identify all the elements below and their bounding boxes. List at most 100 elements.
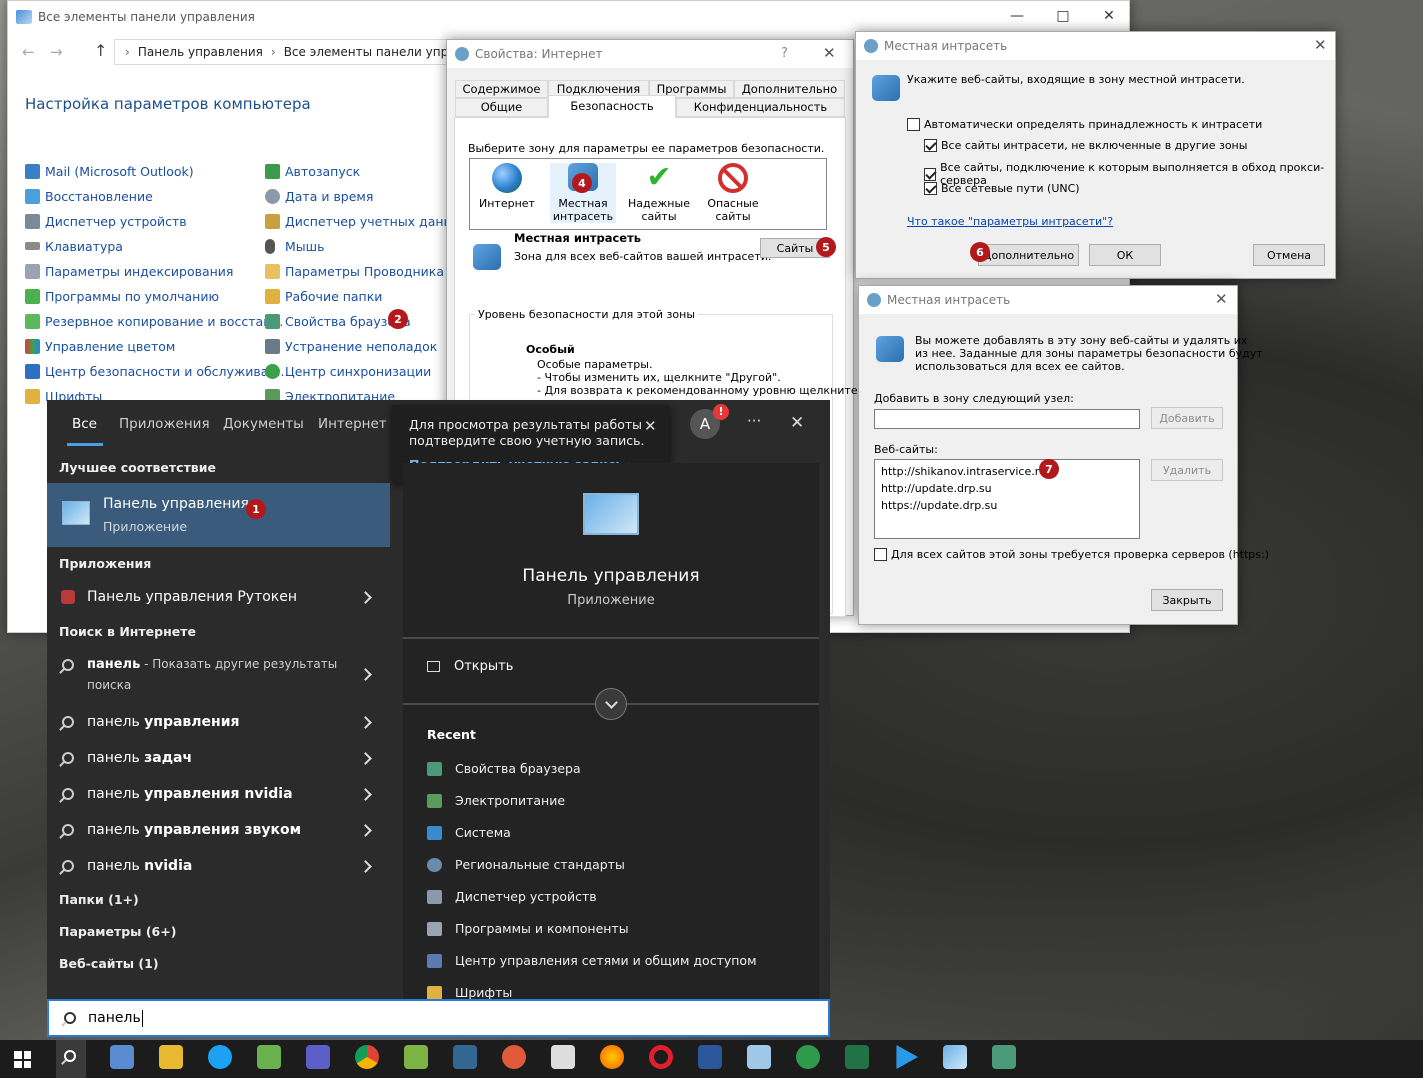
close-button[interactable]: ✕ xyxy=(823,44,836,62)
add-site-input[interactable] xyxy=(874,409,1140,429)
recent-item[interactable]: Электропитание xyxy=(427,793,565,808)
cp-item[interactable]: Дата и время xyxy=(265,186,373,206)
maximize-button[interactable]: □ xyxy=(1040,1,1086,31)
web-result[interactable]: панель управления nvidia xyxy=(47,782,390,806)
cp-item[interactable]: Управление цветом xyxy=(25,336,175,356)
web-result[interactable]: панель задач xyxy=(47,746,390,770)
close-search-icon[interactable]: ✕ xyxy=(790,413,804,433)
recent-item[interactable]: Диспетчер устройств xyxy=(427,889,597,904)
search-input[interactable]: панель xyxy=(88,1010,141,1026)
web-result[interactable]: панель управления звуком xyxy=(47,818,390,842)
auto-detect-checkbox[interactable]: Автоматически определять принадлежность … xyxy=(907,118,1262,131)
checkbox[interactable] xyxy=(874,548,887,561)
cp-item[interactable]: Резервное копирование и восстан... xyxy=(25,311,283,331)
tab-privacy[interactable]: Конфиденциальность xyxy=(676,98,845,117)
websites-list[interactable]: http://shikanov.intraservice.ru http://u… xyxy=(874,459,1140,539)
recent-item[interactable]: Шрифты xyxy=(427,985,512,1000)
settings-category[interactable]: Параметры (6+) xyxy=(59,924,176,939)
minimize-button[interactable]: — xyxy=(994,1,1040,31)
tab-advanced[interactable]: Дополнительно xyxy=(734,80,845,98)
tab-documents[interactable]: Документы xyxy=(223,416,304,432)
best-match-item[interactable] xyxy=(47,483,390,547)
cp-item[interactable]: Клавиатура xyxy=(25,236,123,256)
web-result[interactable]: панель nvidia xyxy=(47,854,390,878)
add-button[interactable]: Добавить xyxy=(1151,407,1223,429)
nav-up-icon[interactable]: ↑ xyxy=(94,41,107,60)
cp-item[interactable]: Диспетчер учетных данных xyxy=(265,211,469,231)
taskbar-explorer-icon[interactable] xyxy=(159,1045,183,1069)
ok-button[interactable]: ОК xyxy=(1089,244,1161,266)
web-result[interactable]: панель управления xyxy=(47,710,390,734)
tab-apps[interactable]: Приложения xyxy=(119,416,210,432)
nav-forward-icon[interactable]: → xyxy=(50,43,63,61)
app-result[interactable]: Панель управления Рутокен xyxy=(47,583,390,611)
help-button[interactable]: ? xyxy=(781,46,788,61)
breadcrumb-item[interactable]: Панель управления xyxy=(138,45,263,59)
zone-internet[interactable]: Интернет xyxy=(476,163,538,210)
recent-item[interactable]: Региональные стандарты xyxy=(427,857,625,872)
taskbar-teams-icon[interactable] xyxy=(306,1045,330,1069)
recent-item[interactable]: Программы и компоненты xyxy=(427,921,629,936)
cp-item[interactable]: Рабочие папки xyxy=(265,286,382,306)
recent-item[interactable]: Свойства браузера xyxy=(427,761,581,776)
cp-item[interactable]: Автозапуск xyxy=(265,161,360,181)
cp-item[interactable]: Диспетчер устройств xyxy=(25,211,187,231)
taskbar-app-icon[interactable] xyxy=(796,1045,820,1069)
more-options-icon[interactable]: ··· xyxy=(747,412,761,430)
taskbar-app-icon[interactable] xyxy=(502,1045,526,1069)
tab-web[interactable]: Интернет xyxy=(318,416,387,432)
https-checkbox[interactable]: Для всех сайтов этой зоны требуется пров… xyxy=(874,548,1269,561)
breadcrumb-item[interactable]: Все элементы панели управл xyxy=(284,45,453,59)
taskbar-app-icon[interactable] xyxy=(747,1045,771,1069)
taskbar-chrome-icon[interactable] xyxy=(355,1045,379,1069)
expand-chevron-icon[interactable] xyxy=(595,688,627,720)
taskbar-postgres-icon[interactable] xyxy=(453,1045,477,1069)
list-item[interactable]: https://update.drp.su xyxy=(881,497,1133,514)
close-button[interactable]: ✕ xyxy=(1086,1,1132,31)
cp-item[interactable]: Устранение неполадок xyxy=(265,336,437,356)
cp-item[interactable]: Восстановление xyxy=(25,186,153,206)
zone-list[interactable]: Интернет Местная интрасеть ✔ Надежные са… xyxy=(469,158,827,230)
folders-category[interactable]: Папки (1+) xyxy=(59,892,139,907)
advanced-button[interactable]: Дополнительно xyxy=(978,244,1079,266)
taskbar-app-icon[interactable] xyxy=(110,1045,134,1069)
tab-all[interactable]: Все xyxy=(72,416,97,432)
taskbar-word-icon[interactable] xyxy=(698,1045,722,1069)
websites-category[interactable]: Веб-сайты (1) xyxy=(59,956,159,971)
list-item[interactable]: http://update.drp.su xyxy=(881,480,1133,497)
cp-item[interactable]: Mail (Microsoft Outlook) xyxy=(25,161,194,181)
taskbar-app-icon[interactable] xyxy=(257,1045,281,1069)
tab-general[interactable]: Общие xyxy=(455,98,548,117)
recent-item[interactable]: Система xyxy=(427,825,511,840)
option-checkbox[interactable]: Все сетевые пути (UNC) xyxy=(924,182,1080,195)
cp-item[interactable]: Мышь xyxy=(265,236,324,256)
search-box[interactable]: панель xyxy=(47,999,830,1037)
toast-close-icon[interactable]: ✕ xyxy=(644,417,657,435)
taskbar-skype-icon[interactable] xyxy=(208,1045,232,1069)
cp-item[interactable]: Программы по умолчанию xyxy=(25,286,219,306)
close-button[interactable]: ✕ xyxy=(1215,290,1228,308)
cp-item[interactable]: Параметры индексирования xyxy=(25,261,233,281)
tab-content[interactable]: Содержимое xyxy=(455,80,548,98)
option-checkbox[interactable]: Все сайты интрасети, не включенные в дру… xyxy=(924,139,1247,152)
list-item[interactable]: http://shikanov.intraservice.ru xyxy=(881,463,1133,480)
what-is-intranet-link[interactable]: Что такое "параметры интрасети"? xyxy=(907,215,1113,228)
close-dialog-button[interactable]: Закрыть xyxy=(1151,589,1223,611)
taskbar-control-panel-icon[interactable] xyxy=(943,1045,967,1069)
recent-item[interactable]: Центр управления сетями и общим доступом xyxy=(427,953,757,968)
checkbox[interactable] xyxy=(924,182,937,195)
checkbox[interactable] xyxy=(924,167,937,181)
zone-restricted[interactable]: Опасные сайты xyxy=(700,163,766,223)
taskbar-vnc-icon[interactable] xyxy=(551,1045,575,1069)
cancel-button[interactable]: Отмена xyxy=(1253,244,1325,266)
checkbox[interactable] xyxy=(907,118,920,131)
web-result[interactable]: панель - Показать другие результаты поис… xyxy=(47,654,390,694)
taskbar-app-icon[interactable] xyxy=(404,1045,428,1069)
open-action[interactable]: Открыть xyxy=(427,659,513,674)
close-button[interactable]: ✕ xyxy=(1314,36,1327,54)
taskbar-excel-icon[interactable] xyxy=(845,1045,869,1069)
tab-security[interactable]: Безопасность xyxy=(548,95,676,118)
cp-item[interactable]: Параметры Проводника xyxy=(265,261,444,281)
cp-item[interactable]: Центр безопасности и обслуживан... xyxy=(25,361,288,381)
zone-trusted[interactable]: ✔ Надежные сайты xyxy=(626,163,692,224)
